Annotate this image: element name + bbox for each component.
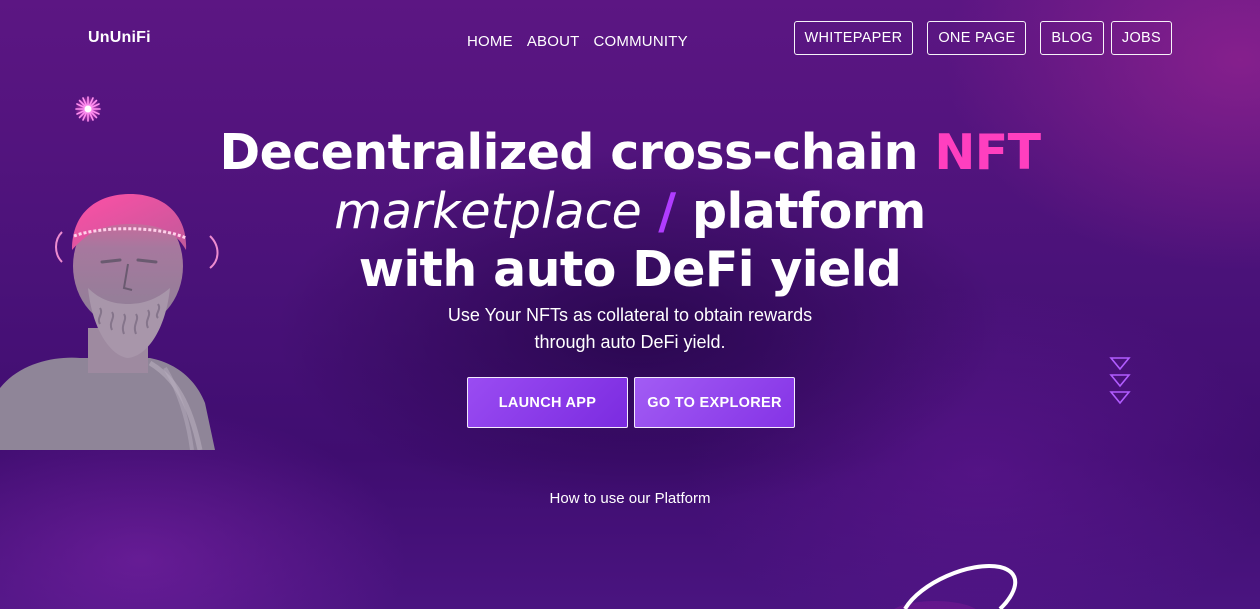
hero-title-platform: platform [691,182,926,240]
how-to-use-heading: How to use our Platform [549,490,711,507]
triple-chevron-down-icon[interactable] [1108,356,1132,406]
hero-subtitle-line1: Use Your NFTs as collateral to obtain re… [447,305,813,325]
hero-title-text: Decentralized cross-chain [219,124,935,181]
hero-title-nft: NFT [934,124,1041,181]
logo[interactable]: UnUniFi [88,29,151,47]
hero-title-slash: / [658,182,676,240]
hero-title: Decentralized cross-chain NFT marketplac… [130,124,1130,300]
whitepaper-button[interactable]: WHITEPAPER [793,21,914,55]
jobs-button[interactable]: JOBS [1110,21,1172,55]
hero-title-line2: marketplace / platform [334,182,926,240]
blog-button[interactable]: BLOG [1040,21,1104,55]
hero-subtitle: Use Your NFTs as collateral to obtain re… [380,302,880,355]
nav-about-link[interactable]: ABOUT [527,33,580,50]
launch-app-button[interactable]: LAUNCH APP [467,377,628,428]
go-to-explorer-button[interactable]: GO TO EXPLORER [634,377,795,428]
nav-home-link[interactable]: HOME [467,33,513,50]
main-nav: HOME ABOUT COMMUNITY [467,33,688,50]
hero-subtitle-line2: through auto DeFi yield. [534,331,726,352]
hero-title-marketplace: marketplace [334,182,642,240]
hero-title-line1: Decentralized cross-chain NFT [219,124,1042,181]
orbit-ring-icon [894,564,1018,609]
sparkle-icon [75,96,101,122]
one-page-button[interactable]: ONE PAGE [927,21,1027,55]
outline-nav: WHITEPAPER ONE PAGE BLOG JOBS [793,21,1172,55]
nav-community-link[interactable]: COMMUNITY [594,33,688,50]
hero-title-line3: with auto DeFi yield [358,241,902,298]
